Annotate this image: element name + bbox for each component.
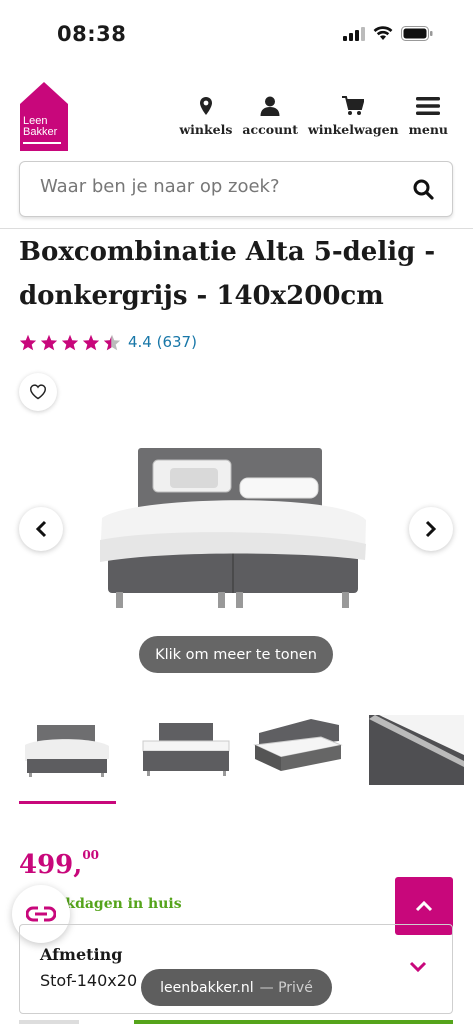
nav-label: menu — [408, 122, 448, 137]
nav-winkels[interactable]: winkels — [179, 96, 232, 137]
rating-stars — [19, 334, 121, 351]
price-main: 499, — [19, 850, 83, 880]
nav-menu[interactable]: menu — [409, 96, 448, 137]
show-more-button[interactable]: Klik om meer te tonen — [139, 636, 333, 673]
nav-account[interactable]: account — [242, 96, 298, 137]
delivery-info: rkdagen in huis — [58, 896, 182, 912]
thumbnail-strip — [19, 715, 473, 805]
price-cents: 00 — [82, 848, 100, 863]
search-icon[interactable] — [413, 179, 434, 200]
status-time: 08:38 — [57, 22, 127, 46]
star-full-icon — [61, 334, 79, 350]
nav-winkelwagen[interactable]: winkelwagen — [308, 96, 399, 137]
star-full-icon — [82, 334, 100, 350]
chevron-left-icon — [35, 520, 47, 538]
favorite-button[interactable] — [19, 373, 57, 411]
search-bar — [19, 161, 453, 217]
wifi-icon — [373, 26, 393, 40]
status-icons — [343, 26, 433, 41]
star-full-icon — [40, 334, 58, 350]
product-rating[interactable]: 4.4 (637) — [19, 333, 197, 351]
star-partial-icon — [103, 334, 121, 350]
chevron-right-icon — [425, 520, 437, 538]
main-nav: winkels account winkelwagen menu — [179, 96, 448, 137]
nav-label: winkels — [179, 122, 233, 137]
logo-text: Leen Bakker — [19, 116, 69, 138]
size-value: Stof-140x20 — [40, 971, 138, 990]
product-price: 499,00 — [19, 848, 100, 880]
site-header: Leen Bakker winkels account winkelwagen … — [0, 78, 473, 158]
product-title: Boxcombinatie Alta 5-delig - donkergrijs… — [19, 237, 436, 311]
search-input[interactable] — [40, 176, 400, 197]
thumbnail-3[interactable] — [251, 715, 346, 785]
star-full-icon — [19, 334, 37, 350]
chevron-down-icon — [409, 961, 427, 973]
signal-icon — [343, 26, 365, 41]
heart-icon — [29, 384, 47, 400]
url-domain: leenbakker.nl — [160, 979, 254, 996]
thumbnail-4[interactable] — [369, 715, 464, 785]
hamburger-menu-icon — [416, 97, 441, 115]
user-icon — [260, 96, 280, 116]
previous-image-button[interactable] — [19, 507, 63, 551]
browser-url-pill[interactable]: leenbakker.nl — Privé — [141, 969, 332, 1006]
leen-bakker-logo[interactable]: Leen Bakker — [19, 80, 69, 152]
location-pin-icon — [199, 97, 212, 115]
battery-icon — [401, 26, 433, 41]
next-image-button[interactable] — [409, 507, 453, 551]
chevron-up-icon — [415, 900, 433, 912]
nav-label: winkelwagen — [308, 122, 399, 137]
thumbnail-2[interactable] — [139, 715, 234, 785]
thumbnail-1[interactable] — [19, 715, 114, 785]
product-image-boxspring[interactable] — [90, 440, 380, 620]
url-mode: — Privé — [259, 979, 313, 996]
size-label: Afmeting — [40, 945, 123, 964]
rating-text[interactable]: 4.4 (637) — [128, 333, 197, 351]
bottom-buttons-edge — [19, 1020, 453, 1024]
status-bar: 08:38 — [0, 0, 473, 70]
cart-icon — [342, 96, 365, 115]
nav-label: account — [242, 122, 299, 137]
thumbnail-active-indicator — [19, 801, 116, 804]
chat-link-icon — [26, 906, 56, 922]
header-divider — [0, 228, 473, 229]
logo-line-2: Bakker — [23, 126, 58, 138]
